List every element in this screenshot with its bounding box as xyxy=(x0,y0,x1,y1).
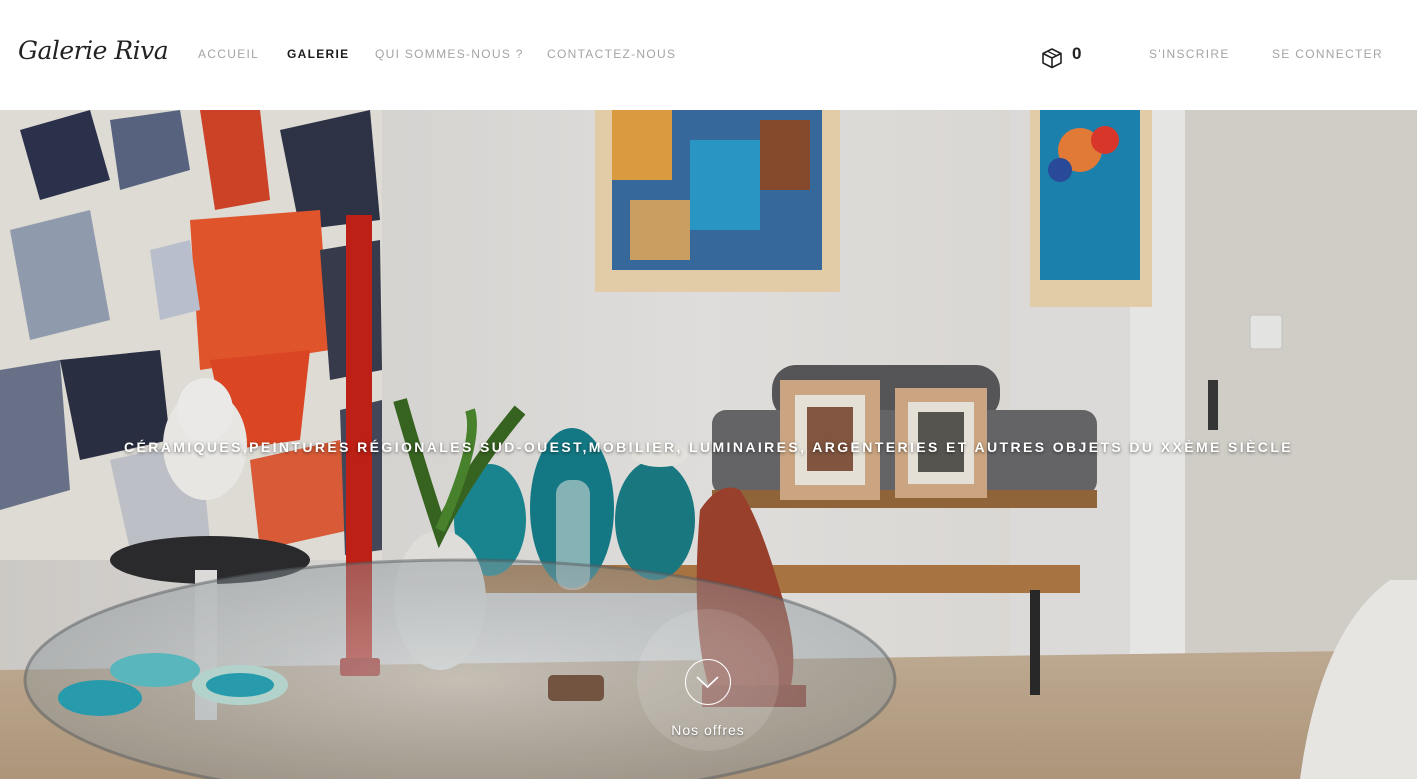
chevron-down-icon xyxy=(696,676,719,689)
hero-section: CÉRAMIQUES,PEINTURES RÉGIONALES SUD-OUES… xyxy=(0,110,1417,779)
nav-link-galerie[interactable]: GALERIE xyxy=(287,47,349,61)
login-link[interactable]: SE CONNECTER xyxy=(1272,47,1383,61)
nav-link-contactez-nous[interactable]: CONTACTEZ-NOUS xyxy=(547,47,676,61)
hero-tagline: CÉRAMIQUES,PEINTURES RÉGIONALES SUD-OUES… xyxy=(123,439,1294,455)
nav-link-accueil[interactable]: ACCUEIL xyxy=(198,47,259,61)
cart-count[interactable]: 0 xyxy=(1072,44,1081,64)
scroll-down-button[interactable] xyxy=(685,659,731,705)
register-link[interactable]: S'INSCRIRE xyxy=(1149,47,1230,61)
site-logo[interactable]: Galerie Riva xyxy=(18,36,169,65)
box-icon[interactable] xyxy=(1041,47,1063,69)
scroll-label[interactable]: Nos offres xyxy=(608,722,808,738)
nav-link-qui-sommes-nous[interactable]: QUI SOMMES-NOUS ? xyxy=(375,47,524,61)
site-header: Galerie Riva ACCUEIL GALERIE QUI SOMMES-… xyxy=(0,0,1417,110)
